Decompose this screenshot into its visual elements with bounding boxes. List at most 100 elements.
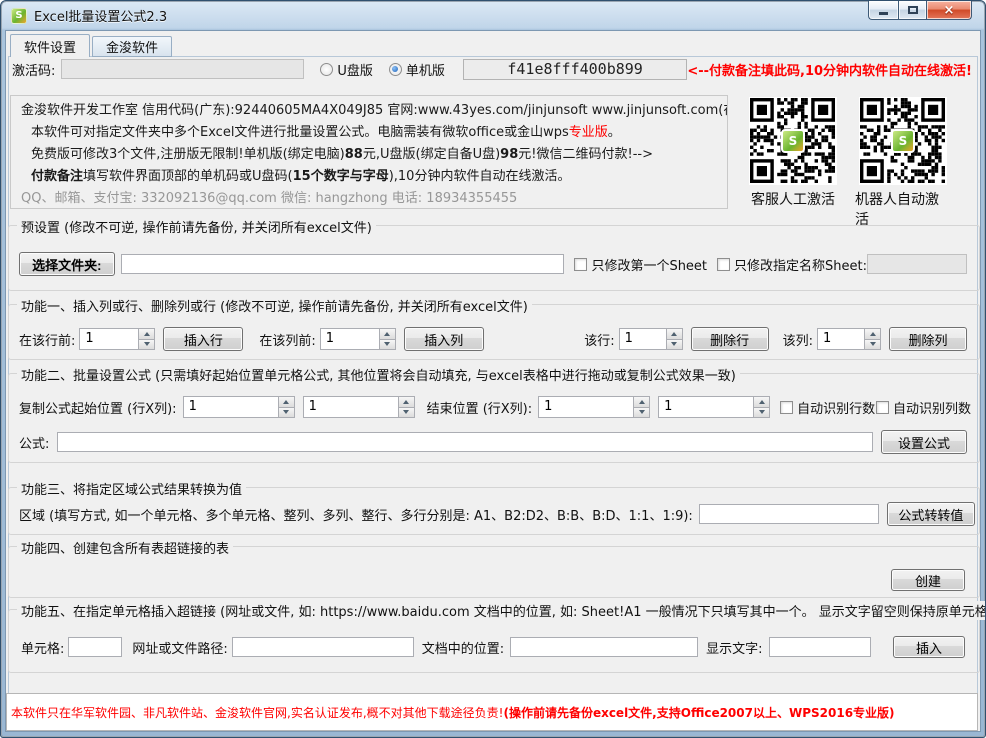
- radio-unselected-icon: [320, 63, 333, 76]
- arrow-down-icon: [283, 410, 289, 417]
- spinner-value[interactable]: 1: [184, 397, 278, 417]
- preset-group-title: 预设置 (修改不可逆, 操作前请先备份, 并关闭所有excel文件): [17, 217, 376, 236]
- spin-up-button[interactable]: [754, 397, 769, 407]
- range-input[interactable]: [699, 504, 879, 524]
- row-spinner[interactable]: 1: [619, 328, 683, 350]
- tab-label: 金浚软件: [106, 37, 158, 56]
- vendor-info-box: 金浚软件开发工作室 信用代码(广东):92440605MA4X049J85 官网…: [10, 95, 728, 209]
- checkbox-auto-cols[interactable]: 自动识别列数: [876, 398, 971, 417]
- choose-folder-button[interactable]: 选择文件夹:: [19, 252, 115, 276]
- spin-down-button[interactable]: [399, 407, 414, 418]
- tab-label: 软件设置: [24, 37, 76, 56]
- spinner-value[interactable]: 1: [818, 329, 864, 349]
- insert-button[interactable]: 插入: [893, 636, 965, 658]
- spin-down-button[interactable]: [865, 339, 880, 350]
- spin-down-button[interactable]: [380, 339, 395, 350]
- arrow-down-icon: [759, 410, 765, 417]
- info-line-3: 免费版可修改3个文件,注册版无限制!单机版(绑定电脑)88元,U盘版(绑定自备U…: [21, 144, 717, 166]
- func5-group-title: 功能五、在指定单元格插入超链接 (网址或文件, 如: https://www.b…: [17, 601, 986, 620]
- func1-group: 功能一、插入列或行、删除列或行 (修改不可逆, 操作前请先备份, 并关闭所有ex…: [8, 304, 980, 360]
- machine-code-box[interactable]: f41e8fff400b899: [463, 59, 688, 80]
- end-col-spinner[interactable]: 1: [658, 396, 770, 418]
- spin-down-button[interactable]: [139, 339, 154, 350]
- delete-col-button[interactable]: 删除列: [889, 327, 967, 351]
- display-text-input[interactable]: [769, 637, 871, 657]
- spinner-value[interactable]: 1: [304, 397, 398, 417]
- tab-software-settings[interactable]: 软件设置: [10, 34, 90, 57]
- spinner-value[interactable]: 1: [80, 329, 138, 349]
- tab-jinjun-software[interactable]: 金浚软件: [92, 36, 172, 57]
- spinner-value[interactable]: 1: [620, 329, 666, 349]
- checkbox-named-sheet[interactable]: 只修改指定名称Sheet:: [717, 255, 867, 274]
- spinner-value[interactable]: 1: [539, 397, 633, 417]
- window-controls: ×: [868, 1, 972, 20]
- cell-input[interactable]: [68, 637, 122, 657]
- spin-down-button[interactable]: [634, 407, 649, 418]
- preset-group: 预设置 (修改不可逆, 操作前请先备份, 并关闭所有excel文件) 选择文件夹…: [8, 225, 980, 291]
- create-button[interactable]: 创建: [891, 569, 965, 591]
- spinner-value[interactable]: 1: [321, 329, 379, 349]
- before-col-spinner[interactable]: 1: [320, 328, 396, 350]
- func2-group: 功能二、批量设置公式 (只需填好起始位置单元格公式, 其他位置将会自动填充, 与…: [8, 373, 980, 463]
- start-position-label: 复制公式起始位置 (行X列):: [19, 398, 177, 417]
- sheet-name-input[interactable]: [867, 254, 967, 274]
- radio-udisk-version[interactable]: U盘版: [320, 60, 373, 79]
- checkbox-first-sheet[interactable]: 只修改第一个Sheet: [574, 255, 707, 274]
- radio-standalone-label: 单机版: [406, 60, 445, 79]
- radio-udisk-label: U盘版: [337, 60, 373, 79]
- qr-customer-service-label: 客服人工激活: [751, 189, 835, 209]
- arrow-down-icon: [870, 342, 876, 349]
- spin-up-button[interactable]: [634, 397, 649, 407]
- set-formula-button[interactable]: 设置公式: [881, 430, 967, 454]
- spin-down-button[interactable]: [667, 339, 682, 350]
- arrow-up-icon: [403, 397, 409, 404]
- maximize-button[interactable]: [898, 1, 927, 20]
- end-row-spinner[interactable]: 1: [538, 396, 650, 418]
- folder-path-input[interactable]: [121, 254, 565, 274]
- close-button[interactable]: ×: [927, 1, 972, 20]
- col-spinner[interactable]: 1: [817, 328, 881, 350]
- spin-down-button[interactable]: [754, 407, 769, 418]
- url-input[interactable]: [232, 637, 414, 657]
- convert-formula-button[interactable]: 公式转转值: [887, 502, 975, 526]
- before-row-spinner[interactable]: 1: [79, 328, 155, 350]
- activation-code-input[interactable]: [61, 59, 304, 79]
- radio-standalone-version[interactable]: 单机版: [389, 60, 445, 79]
- app-icon: S: [11, 8, 27, 24]
- doc-position-input[interactable]: [510, 637, 698, 657]
- activation-label: 激活码:: [12, 60, 55, 79]
- delete-row-button[interactable]: 删除行: [691, 327, 769, 351]
- minimize-button[interactable]: [868, 1, 898, 20]
- qr-center-logo-icon: S: [781, 129, 805, 153]
- spin-up-button[interactable]: [399, 397, 414, 407]
- spin-up-button[interactable]: [865, 329, 880, 339]
- qr-robot-activation-label: 机器人自动激活: [855, 189, 951, 229]
- checkbox-named-sheet-label: 只修改指定名称Sheet:: [734, 255, 867, 274]
- spinner-value[interactable]: 1: [659, 397, 753, 417]
- tab-strip: 软件设置 金浚软件: [10, 34, 174, 57]
- start-row-spinner[interactable]: 1: [183, 396, 295, 418]
- titlebar[interactable]: S Excel批量设置公式2.3 ×: [1, 1, 985, 30]
- info-line-4: 付款备注填写软件界面顶部的单机码或U盘码(15个数字与字母),10分钟内软件自动…: [21, 166, 717, 188]
- spin-up-button[interactable]: [139, 329, 154, 339]
- start-col-spinner[interactable]: 1: [303, 396, 415, 418]
- client-area: 软件设置 金浚软件 激活码: U盘版 单机版 f41e8fff400b899 <…: [5, 30, 981, 732]
- formula-input[interactable]: [57, 432, 873, 452]
- spin-up-button[interactable]: [667, 329, 682, 339]
- spin-up-button[interactable]: [279, 397, 294, 407]
- radio-selected-icon: [389, 63, 402, 76]
- before-col-label: 在该列前:: [259, 330, 315, 349]
- arrow-up-icon: [639, 397, 645, 404]
- before-row-label: 在该行前:: [19, 330, 75, 349]
- footer-notice: 本软件只在华军软件园、非凡软件站、金浚软件官网,实名认证发布,概不对其他下载途径…: [6, 693, 978, 731]
- spin-up-button[interactable]: [380, 329, 395, 339]
- insert-row-button[interactable]: 插入行: [163, 327, 243, 351]
- arrow-up-icon: [384, 329, 390, 336]
- qr-customer-service-block: S 客服人工激活: [745, 97, 841, 209]
- insert-col-button[interactable]: 插入列: [404, 327, 484, 351]
- arrow-down-icon: [639, 410, 645, 417]
- checkbox-icon: [876, 401, 889, 414]
- checkbox-auto-rows[interactable]: 自动识别行数: [780, 398, 875, 417]
- arrow-down-icon: [384, 342, 390, 349]
- spin-down-button[interactable]: [279, 407, 294, 418]
